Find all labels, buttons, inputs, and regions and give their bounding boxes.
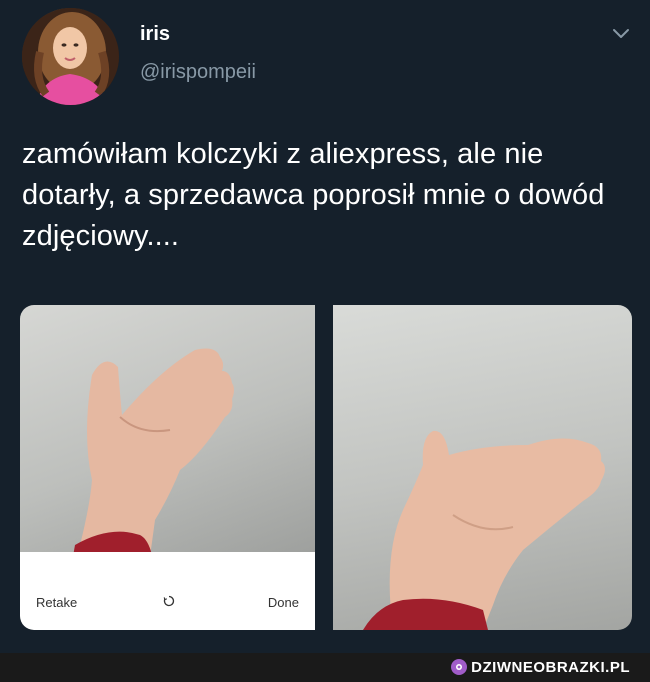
watermark-logo-icon <box>451 659 468 675</box>
watermark[interactable]: DZIWNEOBRAZKI.PL <box>451 656 630 678</box>
hand-photo-right <box>363 430 605 630</box>
tweet-text: zamówiłam kolczyki z aliexpress, ale nie… <box>22 138 605 252</box>
photo-right[interactable] <box>333 305 632 630</box>
tweet-header: iris @irispompeii <box>22 8 632 108</box>
photo-left[interactable]: Retake Done <box>20 305 315 630</box>
spinner-icon[interactable] <box>163 595 175 607</box>
done-button[interactable]: Done <box>268 595 299 610</box>
watermark-text: DZIWNEOBRAZKI.PL <box>471 658 630 676</box>
watermark-bar: DZIWNEOBRAZKI.PL <box>0 653 650 682</box>
display-name[interactable]: iris <box>140 22 256 46</box>
user-handle[interactable]: @irispompeii <box>140 59 256 85</box>
camera-bar: Retake Done <box>20 552 315 630</box>
chevron-down-icon[interactable] <box>610 22 632 44</box>
avatar[interactable] <box>22 8 119 105</box>
user-info: iris @irispompeii <box>140 22 256 85</box>
tweet-screenshot: iris @irispompeii zamówiłam kolczyki z a… <box>0 0 650 682</box>
retake-button[interactable]: Retake <box>36 595 77 610</box>
avatar-image <box>22 8 119 105</box>
tweet-photos: Retake Done <box>20 305 632 630</box>
